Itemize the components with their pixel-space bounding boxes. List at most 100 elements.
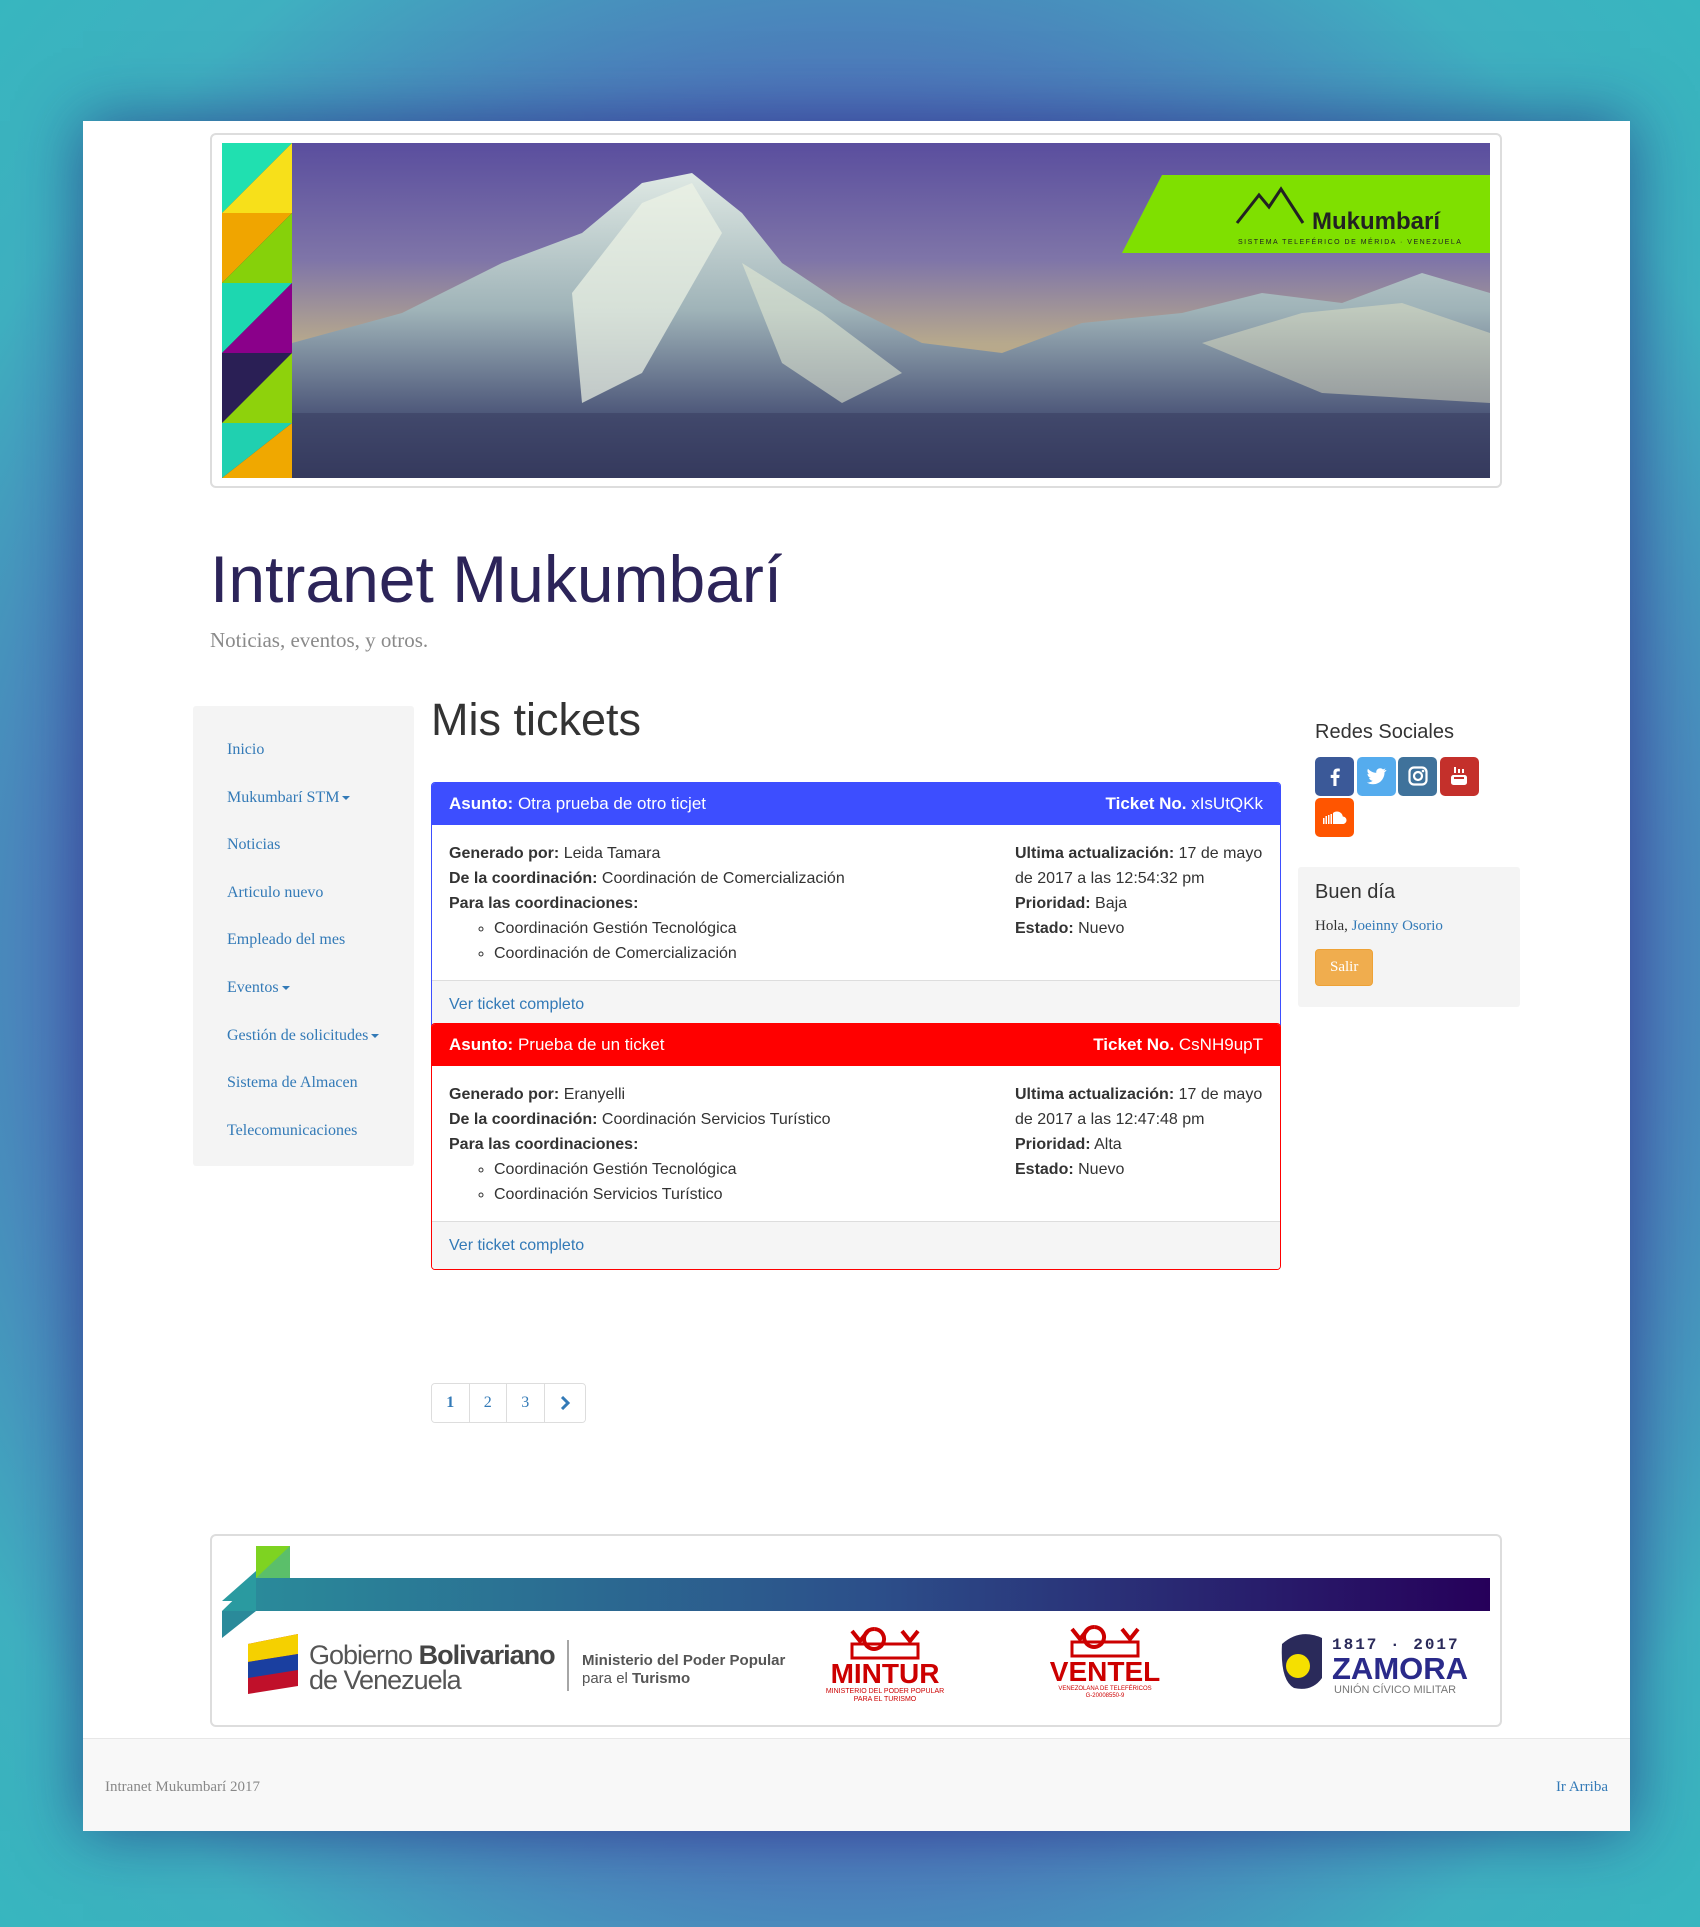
soundcloud-icon (1322, 811, 1346, 824)
priority-label: Prioridad: (1015, 1136, 1091, 1153)
logout-button[interactable]: Salir (1315, 949, 1374, 986)
ticket-body: Generado por: Leida Tamara De la coordin… (432, 825, 1280, 980)
zamora-label: ZAMORA (1332, 1651, 1468, 1686)
mountain-banner-image: Mukumbarí SISTEMA TELEFÉRICO DE MÉRIDA ·… (222, 143, 1490, 478)
ticket-card: Asunto: Otra prueba de otro ticjet Ticke… (431, 782, 1281, 1029)
chevron-right-icon (560, 1396, 570, 1411)
to-coordinations-list: Coordinación Gestión TecnológicaCoordina… (449, 916, 1015, 966)
youtube-link[interactable] (1439, 757, 1479, 796)
target-coordination: Coordinación de Comercialización (494, 941, 1015, 966)
ventel-logo: VENTEL VENEZOLANA DE TELEFÉRICOS G-20008… (1050, 1625, 1160, 1699)
next-page-button[interactable] (544, 1384, 585, 1422)
ministry-line2-bold: Turismo (632, 1670, 690, 1687)
ticket-header: Asunto: Prueba de un ticket Ticket No. C… (432, 1024, 1280, 1066)
zamora-sub: UNIÓN CÍVICO MILITAR (1334, 1683, 1456, 1696)
ticket-details-left: Generado por: Leida Tamara De la coordin… (449, 841, 1015, 966)
ticket-details-right: Ultima actualización: 17 de mayo de 2017… (1015, 841, 1263, 966)
instagram-link[interactable] (1398, 757, 1437, 796)
sidebar-item-label: Empleado del mes (227, 931, 346, 949)
ticket-subject: Asunto: Otra prueba de otro ticjet (449, 794, 706, 814)
generated-by: Generado por: Eranyelli (449, 1082, 1015, 1107)
ventel-sub2: G-20008550-9 (1086, 1693, 1125, 1699)
ticket-body: Generado por: Eranyelli De la coordinaci… (432, 1066, 1280, 1221)
ministry-line1: Ministerio del Poder Popular (582, 1652, 786, 1669)
twitter-icon (1366, 768, 1387, 785)
subject-label: Asunto: (449, 1035, 514, 1054)
priority: Prioridad: Alta (1015, 1132, 1263, 1157)
back-to-top-link[interactable]: Ir Arriba (1556, 1779, 1608, 1796)
ticket-no-value: CsNH9upT (1178, 1035, 1263, 1054)
sidebar-item-inicio[interactable]: Inicio (193, 726, 414, 774)
sidebar-item-empleado-del-mes[interactable]: Empleado del mes (193, 916, 414, 964)
sidebar-item-label: Inicio (227, 741, 265, 758)
from-coordination: De la coordinación: Coordinación de Come… (449, 866, 1015, 891)
twitter-link[interactable] (1356, 757, 1396, 796)
facebook-icon (1330, 768, 1340, 786)
user-profile-link[interactable]: Joeinny Osorio (1352, 918, 1443, 934)
gobierno-bolivariano-logo: Gobierno Bolivariano de Venezuela Minist… (248, 1634, 786, 1695)
from-coordination-value: Coordinación Servicios Turístico (601, 1111, 831, 1128)
priority-value: Alta (1094, 1136, 1122, 1153)
view-ticket-link[interactable]: Ver ticket completo (449, 1237, 584, 1254)
subject-value: Otra prueba de otro ticjet (517, 794, 706, 813)
last-update-label: Ultima actualización: (1015, 845, 1175, 862)
sidebar-item-label: Eventos (227, 978, 279, 996)
instagram-icon (1407, 766, 1428, 786)
footer-logos-frame: Gobierno Bolivariano de Venezuela Minist… (210, 1534, 1502, 1727)
page-3-link[interactable]: 3 (507, 1384, 545, 1422)
mintur-logo: MINTUR MINISTERIO DEL PODER POPULAR PARA… (826, 1627, 944, 1703)
ticket-number: Ticket No. xIsUtQKk (1106, 794, 1263, 814)
site-footer: Intranet Mukumbarí 2017 Ir Arriba (83, 1738, 1630, 1831)
greeting-hello: Hola, (1315, 918, 1348, 934)
ticket-details-right: Ultima actualización: 17 de mayo de 2017… (1015, 1082, 1263, 1207)
facebook-link[interactable] (1315, 757, 1354, 796)
ventel-sub1: VENEZOLANA DE TELEFÉRICOS (1058, 1685, 1151, 1692)
priority-value: Baja (1095, 895, 1128, 912)
last-update: Ultima actualización: 17 de mayo de 2017… (1015, 1082, 1263, 1132)
ministry-line2-regular: para el (582, 1670, 632, 1687)
ticket-no-label: Ticket No. (1093, 1035, 1175, 1054)
to-coordinations-label: Para las coordinaciones: (449, 891, 1015, 916)
status-label: Estado: (1015, 1161, 1074, 1178)
footer-copyright: Intranet Mukumbarí 2017 (105, 1779, 260, 1795)
to-coordinations-list: Coordinación Gestión TecnológicaCoordina… (449, 1157, 1015, 1207)
sidebar-item-eventos[interactable]: Eventos (193, 964, 414, 1012)
sidebar-item-gestion-de-solicitudes[interactable]: Gestión de solicitudes (193, 1012, 414, 1060)
caret-down-icon (281, 986, 290, 991)
soundcloud-link[interactable] (1315, 798, 1354, 837)
footer-logos: Gobierno Bolivariano de Venezuela Minist… (222, 1546, 1490, 1703)
to-coordinations-label: Para las coordinaciones: (449, 1132, 1015, 1157)
last-update-label: Ultima actualización: (1015, 1086, 1175, 1103)
ticket-no-label: Ticket No. (1105, 794, 1187, 813)
page-1-link[interactable]: 1 (432, 1384, 470, 1422)
target-coordination: Coordinación Gestión Tecnológica (494, 1157, 1015, 1182)
sidebar-item-label: Articulo nuevo (227, 883, 324, 901)
header-banner-frame: Mukumbarí SISTEMA TELEFÉRICO DE MÉRIDA ·… (210, 133, 1502, 488)
sidebar-item-mukumbari-stm[interactable]: Mukumbarí STM (193, 774, 414, 822)
svg-text:para el Turismo: para el Turismo (582, 1670, 690, 1687)
greeting-text: Hola, Joeinny Osorio (1315, 918, 1503, 935)
sidebar-nav: Inicio Mukumbarí STM Noticias Articulo nuev… (193, 706, 414, 1166)
mintur-sub1: MINISTERIO DEL PODER POPULAR (826, 1688, 944, 1695)
brand-subtitle: SISTEMA TELEFÉRICO DE MÉRIDA · VENEZUELA (1238, 237, 1462, 246)
site-tagline: Noticias, eventos, y otros. (210, 628, 429, 652)
ticket-card: Asunto: Prueba de un ticket Ticket No. C… (431, 1023, 1281, 1270)
ticket-subject: Asunto: Prueba de un ticket (449, 1035, 664, 1055)
page-title: Mis tickets (431, 694, 642, 745)
sidebar-item-label: Telecomunicaciones (227, 1121, 358, 1139)
view-ticket-link[interactable]: Ver ticket completo (449, 996, 584, 1013)
gob-line2: de Venezuela (309, 1665, 463, 1695)
from-coordination-label: De la coordinación: (449, 1111, 598, 1128)
subject-value: Prueba de un ticket (517, 1035, 665, 1054)
page-2-link[interactable]: 2 (469, 1384, 507, 1422)
last-update: Ultima actualización: 17 de mayo de 2017… (1015, 841, 1263, 891)
sidebar-item-telecomunicaciones[interactable]: Telecomunicaciones (193, 1107, 414, 1155)
greeting-title: Buen día (1315, 881, 1396, 903)
sidebar-item-sistema-de-almacen[interactable]: Sistema de Almacen (193, 1059, 414, 1107)
page-container: Mukumbarí SISTEMA TELEFÉRICO DE MÉRIDA ·… (83, 121, 1630, 1831)
sidebar-item-articulo-nuevo[interactable]: Articulo nuevo (193, 869, 414, 917)
priority-label: Prioridad: (1015, 895, 1091, 912)
site-title: Intranet Mukumbarí (210, 542, 783, 616)
subject-label: Asunto: (449, 794, 514, 813)
sidebar-item-noticias[interactable]: Noticias (193, 821, 414, 869)
